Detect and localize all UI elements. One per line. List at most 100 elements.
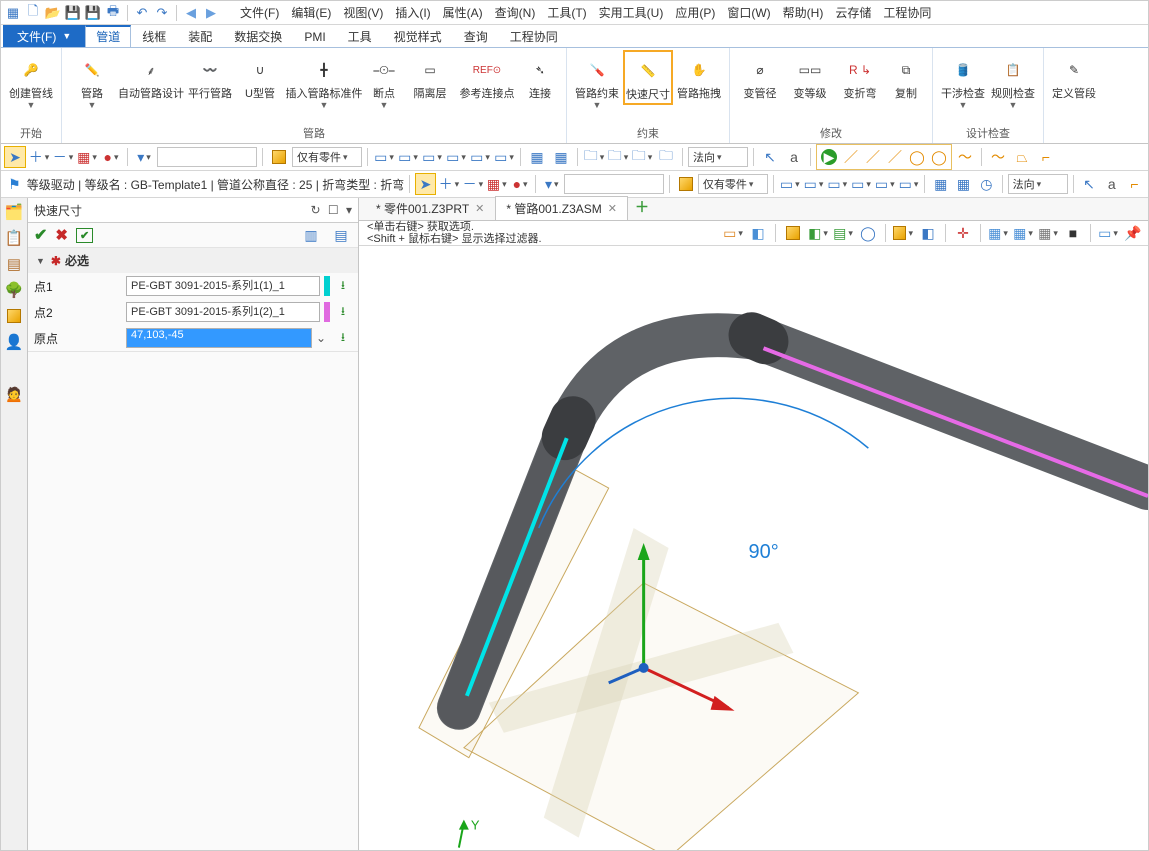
side-list-icon[interactable]: 📋 (4, 228, 24, 248)
ribbon-tab-file[interactable]: 文件(F) ▼ (3, 25, 85, 47)
tb-curve1-icon[interactable]: 〜 (954, 146, 976, 168)
tb-line3-icon[interactable]: ／ (884, 146, 906, 168)
ribbon-tab-tools[interactable]: 工具 (337, 25, 383, 47)
status-flag-icon[interactable]: ⚑ (4, 173, 25, 195)
btn-parallel[interactable]: 〰️平行管路 (186, 50, 234, 103)
btn-rule-check[interactable]: 📋规则检查▼ (989, 50, 1037, 113)
qat-redo-icon[interactable]: ↷ (154, 5, 170, 21)
ribbon-tab-pmi[interactable]: PMI (293, 25, 336, 47)
tb-box2-icon[interactable]: ▦ (550, 146, 572, 168)
tb-folder1-icon[interactable]: 🗀 (583, 146, 605, 168)
menu-query[interactable]: 查询(N) (490, 2, 541, 23)
st-normal-select[interactable]: 法向 (1008, 174, 1068, 194)
menu-util[interactable]: 实用工具(U) (594, 2, 669, 23)
doc-tab-asm[interactable]: * 管路001.Z3ASM✕ (495, 196, 628, 220)
btn-auto-design[interactable]: ⸙自动管路设计 (118, 50, 184, 103)
vt-icon4[interactable]: ◯ (857, 222, 879, 244)
tb-abc-icon[interactable]: a (783, 146, 805, 168)
st-box1-icon[interactable]: ▦ (930, 173, 951, 195)
btn-quick-dim[interactable]: 📏快速尺寸 (623, 50, 673, 105)
ribbon-tab-style[interactable]: 视觉样式 (383, 25, 453, 47)
ribbon-tab-collab[interactable]: 工程协同 (499, 25, 569, 47)
pt1-pick-icon[interactable]: ⭳ (334, 277, 352, 295)
qat-open-icon[interactable]: 📂 (45, 5, 61, 21)
ribbon-tab-wire[interactable]: 线框 (131, 25, 177, 47)
tb-view5-icon[interactable]: ▭ (469, 146, 491, 168)
btn-route-constraint[interactable]: 🪛管路约束▼ (573, 50, 621, 113)
qat-nav-back-icon[interactable]: ◀ (183, 5, 199, 21)
btn-utube[interactable]: ∪U型管 (236, 50, 284, 103)
st-v5-icon[interactable]: ▭ (874, 173, 896, 195)
tb-view3-icon[interactable]: ▭ (421, 146, 443, 168)
st-arrow-icon[interactable]: ↖ (1079, 173, 1100, 195)
btn-route-drag[interactable]: ✋管路拖拽 (675, 50, 723, 103)
vt-cube1-icon[interactable] (782, 222, 804, 244)
qat-print-icon[interactable]: 🖶 (105, 5, 121, 21)
tb-dot-icon[interactable]: ● (100, 146, 122, 168)
qat-undo-icon[interactable]: ↶ (134, 5, 150, 21)
vt-cube2-icon[interactable]: ◧ (807, 222, 829, 244)
st-only-parts-select[interactable]: 仅有零件 (698, 174, 768, 194)
tb-arrow-icon[interactable]: ↖ (759, 146, 781, 168)
pt1-input[interactable]: PE-GBT 3091-2015-系列1(1)_1 (126, 276, 320, 296)
menu-cloud[interactable]: 云存储 (830, 2, 876, 23)
menu-insert[interactable]: 插入(I) (390, 2, 435, 23)
tb-folder3-icon[interactable]: 🗀 (631, 146, 653, 168)
btn-define-pipe[interactable]: ✎定义管段 (1050, 50, 1098, 103)
st-corner-icon[interactable]: ⌐ (1124, 173, 1145, 195)
tb-circle2-icon[interactable]: ◯ (928, 146, 950, 168)
vt-grid2-icon[interactable]: ▦ (1012, 222, 1034, 244)
side-tree-icon[interactable]: 🗂️ (4, 202, 24, 222)
tb-minus-icon[interactable]: － (52, 146, 74, 168)
play-run-icon[interactable]: ▶ (818, 146, 840, 168)
tb-select-rect-icon[interactable]: ▦ (76, 146, 98, 168)
menu-attr[interactable]: 属性(A) (438, 2, 488, 23)
st-v3-icon[interactable]: ▭ (826, 173, 848, 195)
tb-filter-icon[interactable]: ▾ (133, 146, 155, 168)
btn-change-dia[interactable]: ⌀变管径 (736, 50, 784, 103)
vt-grid4-icon[interactable]: ■ (1062, 222, 1084, 244)
st-abc-icon[interactable]: a (1101, 173, 1122, 195)
ribbon-tab-data[interactable]: 数据交换 (223, 25, 293, 47)
btn-break[interactable]: ⎯⊙⎯断点▼ (364, 50, 404, 113)
cursor-icon[interactable]: ➤ (4, 146, 26, 168)
menu-window[interactable]: 窗口(W) (722, 2, 775, 23)
btn-route[interactable]: ✏️管路▼ (68, 50, 116, 113)
st-clock-icon[interactable]: ◷ (976, 173, 997, 195)
tb-view1-icon[interactable]: ▭ (373, 146, 395, 168)
tb-empty-select[interactable] (157, 147, 257, 167)
side-user-icon[interactable]: 👤 (4, 332, 24, 352)
st-v6-icon[interactable]: ▭ (898, 173, 920, 195)
tb-box1-icon[interactable]: ▦ (526, 146, 548, 168)
tb-curve2-icon[interactable]: 〜 (987, 146, 1009, 168)
menu-view[interactable]: 视图(V) (338, 2, 388, 23)
origin-input[interactable]: 47,103,-45 (126, 328, 312, 348)
menu-help[interactable]: 帮助(H) (778, 2, 829, 23)
section-required-header[interactable]: ✱必选 (28, 248, 358, 273)
vt-origin-icon[interactable]: ✛ (952, 222, 974, 244)
origin-pick-icon[interactable]: ⭳ (334, 329, 352, 347)
btn-connect[interactable]: ➴连接 (520, 50, 560, 103)
side-tree2-icon[interactable]: 🌳 (4, 280, 24, 300)
qat-saveas-icon[interactable]: 💾 (85, 5, 101, 21)
btn-change-grade[interactable]: ▭▭变等级 (786, 50, 834, 103)
qat-app-icon[interactable]: ▦ (5, 5, 21, 21)
st-v1-icon[interactable]: ▭ (779, 173, 801, 195)
vt-icon1[interactable]: ▭ (722, 222, 744, 244)
tb-circle1-icon[interactable]: ◯ (906, 146, 928, 168)
tb-view2-icon[interactable]: ▭ (397, 146, 419, 168)
btn-insert-std[interactable]: ╋插入管路标准件▼ (286, 50, 362, 113)
menu-file[interactable]: 文件(F) (235, 2, 284, 23)
ribbon-tab-query[interactable]: 查询 (453, 25, 499, 47)
tb-only-parts-select[interactable]: 仅有零件 (292, 147, 362, 167)
vt-pin-icon[interactable]: 📌 (1122, 222, 1144, 244)
tb-curve3-icon[interactable]: ⏢ (1011, 146, 1033, 168)
tb-folder2-icon[interactable]: 🗀 (607, 146, 629, 168)
menu-tool[interactable]: 工具(T) (542, 2, 591, 23)
qat-save-icon[interactable]: 💾 (65, 5, 81, 21)
vt-grid1-icon[interactable]: ▦ (987, 222, 1009, 244)
ribbon-tab-pipe[interactable]: 管道 (85, 25, 131, 47)
panel-extra1-icon[interactable]: ▥ (300, 224, 322, 246)
tb-cube-icon[interactable] (268, 146, 290, 168)
close-icon[interactable]: ✕ (475, 202, 484, 215)
